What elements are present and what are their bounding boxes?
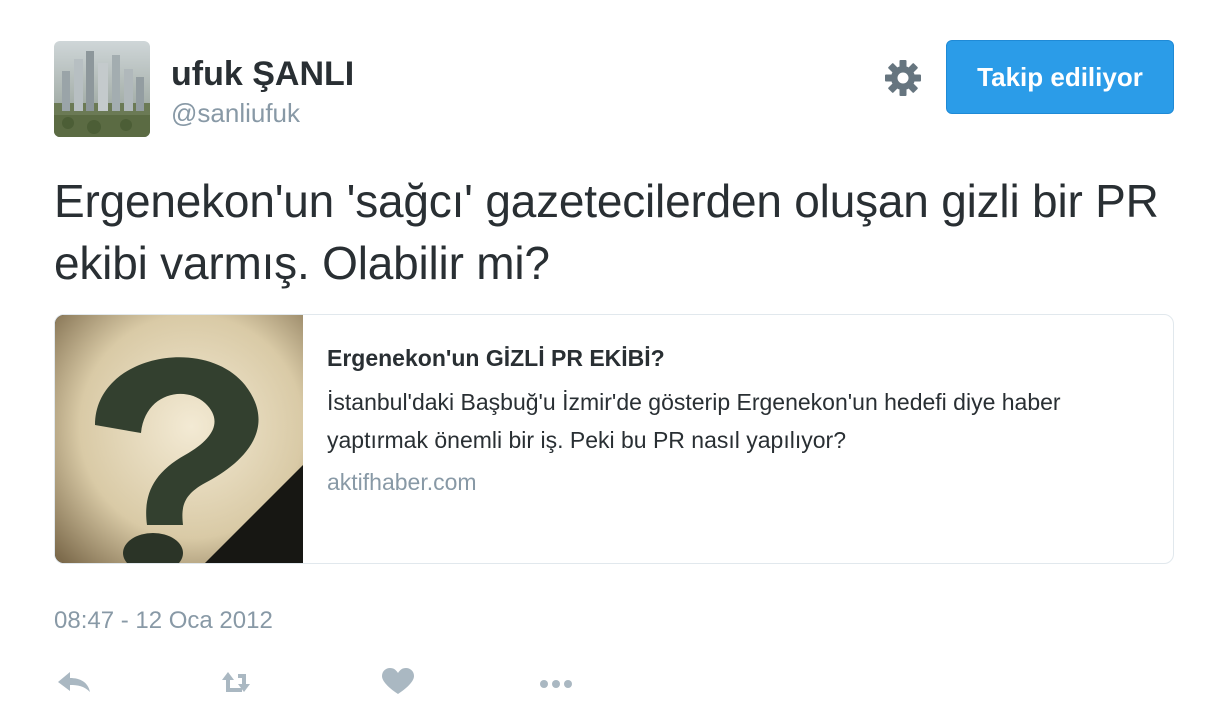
tweet-text: Ergenekon'un 'sağcı' gazetecilerden oluş… bbox=[54, 175, 1159, 289]
card-description: İstanbul'daki Başbuğ'u İzmir'de gösterip… bbox=[327, 389, 1061, 453]
display-name[interactable]: ufuk ŞANLI bbox=[171, 54, 354, 94]
like-icon[interactable] bbox=[378, 668, 418, 698]
avatar[interactable] bbox=[54, 41, 150, 137]
card-domain[interactable]: aktifhaber.com bbox=[327, 467, 477, 497]
tweet-timestamp[interactable]: 08:47 - 12 Oca 2012 bbox=[54, 605, 273, 637]
question-mark-image bbox=[55, 315, 303, 563]
card-title[interactable]: Ergenekon'un GİZLİ PR EKİBİ? bbox=[327, 343, 665, 373]
link-card[interactable]: Ergenekon'un GİZLİ PR EKİBİ? İstanbul'da… bbox=[54, 314, 1174, 564]
more-icon[interactable] bbox=[536, 668, 576, 698]
avatar-image bbox=[54, 41, 150, 137]
user-handle[interactable]: @sanliufuk bbox=[171, 97, 300, 129]
retweet-icon[interactable] bbox=[216, 668, 256, 698]
gear-icon[interactable] bbox=[882, 57, 924, 99]
reply-icon[interactable] bbox=[54, 668, 94, 698]
following-button[interactable]: Takip ediliyor bbox=[946, 40, 1174, 114]
